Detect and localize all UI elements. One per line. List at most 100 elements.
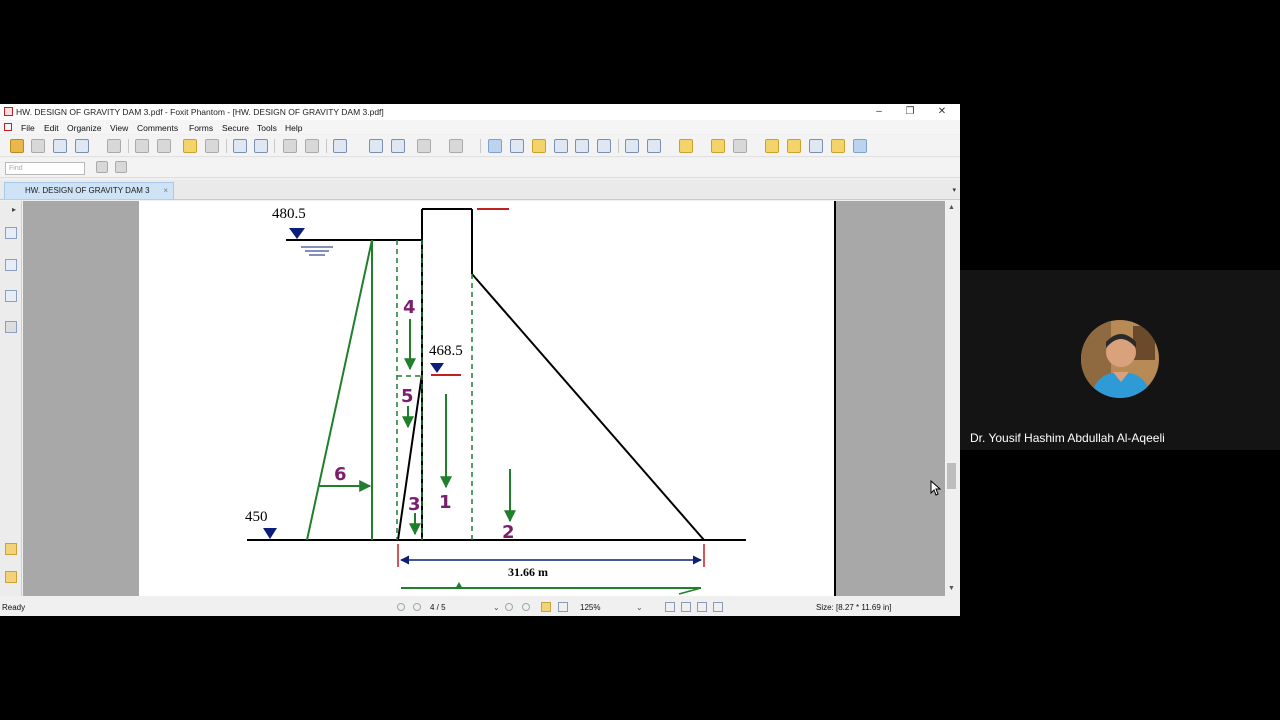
single-page-icon[interactable] — [665, 602, 675, 612]
continuous-facing-icon[interactable] — [713, 602, 723, 612]
elevation-bottom-label: 450 — [245, 509, 268, 525]
extract-icon[interactable] — [254, 139, 268, 153]
close-tab-icon[interactable]: × — [163, 186, 168, 195]
window-title: HW. DESIGN OF GRAVITY DAM 3.pdf - Foxit … — [16, 107, 384, 117]
scroll-up-icon[interactable]: ▲ — [948, 204, 955, 211]
bookmarks-icon[interactable] — [5, 227, 17, 239]
print-icon[interactable] — [53, 139, 67, 153]
participant-tile[interactable]: Dr. Yousif Hashim Abdullah Al-Aqeeli — [960, 270, 1280, 450]
attach-icon[interactable] — [711, 139, 725, 153]
first-page-icon[interactable] — [397, 603, 405, 611]
title-bar: HW. DESIGN OF GRAVITY DAM 3.pdf - Foxit … — [0, 104, 960, 120]
dam-outline — [247, 208, 746, 541]
menu-file[interactable]: File — [21, 123, 35, 133]
menu-organize[interactable]: Organize — [67, 123, 102, 133]
base-width-label: 31.66 m — [508, 565, 548, 579]
scrollbar-thumb[interactable] — [947, 463, 956, 489]
previous-page-icon[interactable] — [135, 139, 149, 153]
expand-panel-icon[interactable]: ▸ — [12, 205, 16, 214]
menu-comments[interactable]: Comments — [137, 123, 178, 133]
arrow-tool-icon[interactable] — [853, 139, 867, 153]
hand-tool-icon[interactable] — [488, 139, 502, 153]
maximize-button[interactable]: ❐ — [895, 105, 925, 119]
zoom-icon[interactable] — [333, 139, 347, 153]
find-input[interactable]: Find — [5, 162, 85, 175]
rectangle-icon[interactable] — [625, 139, 639, 153]
forward-icon[interactable] — [205, 139, 219, 153]
security-panel-icon[interactable] — [5, 571, 17, 583]
continuous-icon[interactable] — [681, 602, 691, 612]
image-icon[interactable] — [597, 139, 611, 153]
snapshot-icon[interactable] — [233, 139, 247, 153]
edit-document-icon[interactable] — [765, 139, 779, 153]
find-next-icon[interactable] — [115, 161, 127, 173]
minimize-button[interactable]: – — [864, 105, 894, 119]
select-text-icon[interactable] — [510, 139, 524, 153]
scan-icon[interactable] — [107, 139, 121, 153]
undo-icon[interactable] — [283, 139, 297, 153]
zoom-out-icon[interactable] — [417, 139, 431, 153]
scroll-down-icon[interactable]: ▼ — [948, 585, 955, 592]
redo-icon[interactable] — [305, 139, 319, 153]
participant-name: Dr. Yousif Hashim Abdullah Al-Aqeeli — [970, 431, 1165, 445]
zoom-in-icon[interactable] — [449, 139, 463, 153]
facing-icon[interactable] — [697, 602, 707, 612]
stamp-icon[interactable] — [679, 139, 693, 153]
attachments-icon[interactable] — [5, 543, 17, 555]
document-menu-icon[interactable] — [4, 123, 12, 131]
force-label-1: 1 — [439, 492, 452, 513]
previous-page-status-icon[interactable] — [413, 603, 421, 611]
pdf-page: 480.5 468.5 450 4 5 1 3 2 6 31.66 m — [139, 201, 836, 596]
save-icon[interactable] — [31, 139, 45, 153]
document-viewport[interactable]: 480.5 468.5 450 4 5 1 3 2 6 31.66 m — [23, 201, 945, 596]
next-page-status-icon[interactable] — [505, 603, 513, 611]
force-label-4: 4 — [403, 297, 416, 318]
page-dropdown-icon[interactable]: ⌄ — [493, 603, 500, 612]
elevation-mid-label: 468.5 — [429, 343, 463, 359]
email-icon[interactable] — [75, 139, 89, 153]
comments-panel-icon[interactable] — [5, 290, 17, 302]
select-object-icon[interactable] — [532, 139, 546, 153]
vertical-scrollbar[interactable]: ▲ ▼ — [945, 201, 960, 596]
fit-page-icon[interactable] — [369, 139, 383, 153]
find-previous-icon[interactable] — [96, 161, 108, 173]
menu-tools[interactable]: Tools — [257, 123, 277, 133]
zoom-level[interactable]: 125% — [580, 603, 600, 612]
open-icon[interactable] — [10, 139, 24, 153]
menu-edit[interactable]: Edit — [44, 123, 59, 133]
note-icon[interactable] — [831, 139, 845, 153]
mouse-cursor-icon — [930, 480, 942, 496]
uplift-diagram — [401, 582, 702, 595]
page-indicator[interactable]: 4 / 5 — [430, 603, 446, 612]
layers-icon[interactable] — [5, 321, 17, 333]
typewriter-icon[interactable] — [575, 139, 589, 153]
document-tab-label: HW. DESIGN OF GRAVITY DAM 3 — [25, 186, 150, 195]
last-page-icon[interactable] — [522, 603, 530, 611]
menu-forms[interactable]: Forms — [189, 123, 213, 133]
text-box-icon[interactable] — [809, 139, 823, 153]
menu-secure[interactable]: Secure — [222, 123, 249, 133]
elevation-top-label: 480.5 — [272, 206, 306, 222]
fit-width-icon[interactable] — [391, 139, 405, 153]
close-button[interactable]: ✕ — [927, 105, 957, 119]
go-back-icon[interactable] — [541, 602, 551, 612]
document-tab[interactable]: HW. DESIGN OF GRAVITY DAM 3 × — [4, 182, 174, 199]
tab-list-icon[interactable]: ▾ — [952, 186, 956, 194]
lock-icon[interactable] — [733, 139, 747, 153]
status-ready: Ready — [2, 603, 26, 612]
find-icon[interactable] — [554, 139, 568, 153]
participant-avatar — [1081, 320, 1159, 398]
go-forward-icon[interactable] — [558, 602, 568, 612]
sign-icon[interactable] — [787, 139, 801, 153]
pdf-app-icon — [4, 107, 13, 116]
force-label-6: 6 — [334, 464, 347, 485]
menu-view[interactable]: View — [110, 123, 128, 133]
next-page-icon[interactable] — [157, 139, 171, 153]
main-toolbar — [0, 135, 960, 157]
menu-help[interactable]: Help — [285, 123, 302, 133]
force-label-5: 5 — [401, 386, 414, 407]
back-icon[interactable] — [183, 139, 197, 153]
pencil-icon[interactable] — [647, 139, 661, 153]
zoom-dropdown-icon[interactable]: ⌄ — [636, 603, 643, 612]
pages-icon[interactable] — [5, 259, 17, 271]
